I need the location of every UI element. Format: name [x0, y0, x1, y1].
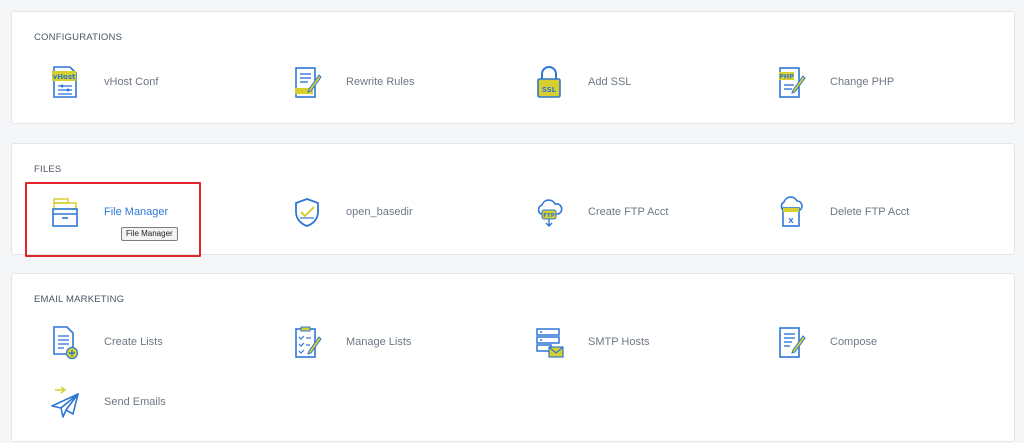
paper-plane-icon — [50, 384, 80, 420]
configurations-panel: CONFIGURATIONS vHost vHost Conf Rewrite … — [11, 11, 1015, 124]
tile-label: Rewrite Rules — [346, 76, 415, 88]
tile-label: open_basedir — [346, 206, 413, 218]
svg-text:SSL: SSL — [542, 86, 557, 94]
server-mail-icon — [534, 324, 564, 360]
tile-label: vHost Conf — [104, 76, 159, 88]
tile-label: Send Emails — [104, 396, 166, 408]
tile-label: Create Lists — [104, 336, 163, 348]
create-lists-link[interactable]: Create Lists — [50, 322, 163, 362]
tile-label: Create FTP Acct — [588, 206, 669, 218]
tile-label: File Manager — [104, 206, 169, 218]
tile-label: Manage Lists — [346, 336, 412, 348]
create-ftp-acct-link[interactable]: FTP Create FTP Acct — [534, 192, 669, 232]
cloud-ftp-icon: FTP — [534, 194, 564, 230]
cloud-folder-delete-icon: X — [776, 194, 806, 230]
tooltip: File Manager — [121, 227, 178, 241]
vhost-conf-link[interactable]: vHost vHost Conf — [50, 62, 158, 102]
rewrite-document-icon — [292, 64, 322, 100]
section-title: CONFIGURATIONS — [34, 32, 123, 43]
svg-text:PHP: PHP — [779, 73, 794, 81]
tile-label: Change PHP — [830, 76, 895, 88]
rewrite-rules-link[interactable]: Rewrite Rules — [292, 62, 414, 102]
checklist-edit-icon — [292, 324, 322, 360]
open-basedir-link[interactable]: open_basedir — [292, 192, 413, 232]
email-marketing-panel: EMAIL MARKETING Create Lists Manage List… — [11, 273, 1015, 442]
compose-link[interactable]: Compose — [776, 322, 877, 362]
section-title: FILES — [34, 164, 62, 175]
ssl-lock-icon: SSL — [534, 64, 564, 100]
document-add-icon — [50, 324, 80, 360]
delete-ftp-acct-link[interactable]: X Delete FTP Acct — [776, 192, 909, 232]
file-manager-link[interactable]: File Manager — [50, 192, 168, 232]
smtp-hosts-link[interactable]: SMTP Hosts — [534, 322, 650, 362]
section-title: EMAIL MARKETING — [34, 294, 125, 305]
change-php-link[interactable]: PHP Change PHP — [776, 62, 894, 102]
tile-label: Add SSL — [588, 76, 632, 88]
tile-label: SMTP Hosts — [588, 336, 650, 348]
vhost-config-icon: vHost — [50, 64, 80, 100]
compose-document-icon — [776, 324, 806, 360]
svg-text:FTP: FTP — [543, 213, 555, 219]
php-document-icon: PHP — [776, 64, 806, 100]
tile-label: Delete FTP Acct — [830, 206, 910, 218]
shield-check-icon — [292, 194, 322, 230]
svg-text:X: X — [788, 217, 794, 225]
file-cabinet-icon — [50, 194, 80, 230]
manage-lists-link[interactable]: Manage Lists — [292, 322, 411, 362]
send-emails-link[interactable]: Send Emails — [50, 382, 166, 422]
tile-label: Compose — [830, 336, 878, 348]
svg-text:vHost: vHost — [53, 73, 76, 81]
add-ssl-link[interactable]: SSL Add SSL — [534, 62, 631, 102]
